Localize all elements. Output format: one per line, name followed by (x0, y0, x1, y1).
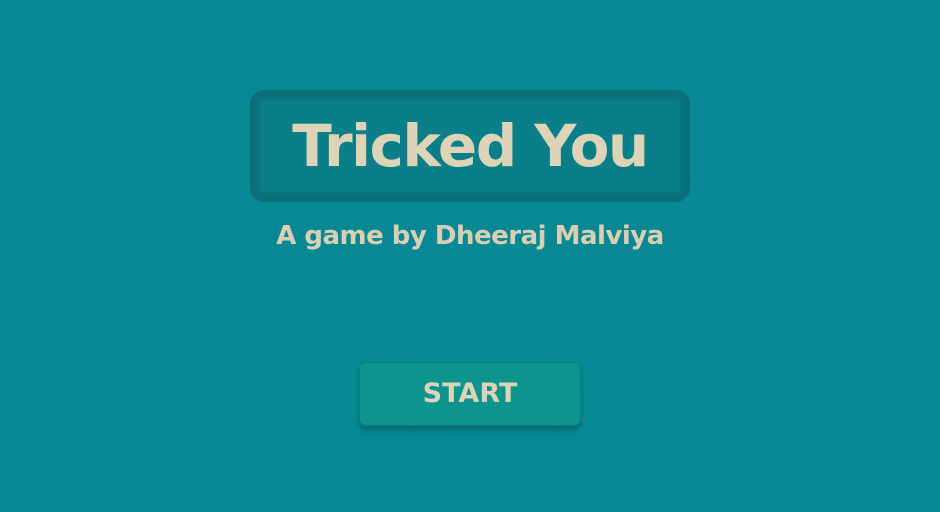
title-panel: Tricked You (250, 90, 690, 202)
title-screen: Tricked You A game by Dheeraj Malviya ST… (0, 0, 940, 512)
start-button-label: START (422, 378, 518, 409)
game-title: Tricked You (292, 112, 649, 180)
game-subtitle: A game by Dheeraj Malviya (276, 221, 664, 251)
start-button[interactable]: START (359, 362, 581, 426)
